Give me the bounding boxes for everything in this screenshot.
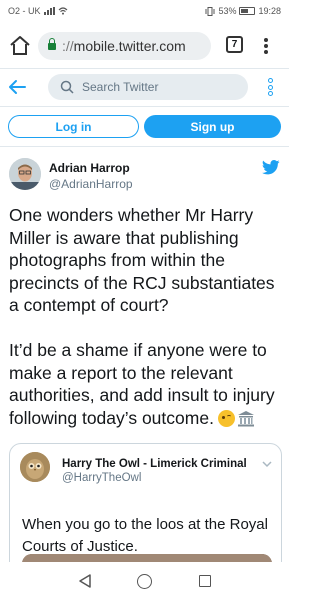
toolbar-divider (0, 68, 289, 69)
wifi-icon (58, 7, 67, 15)
author-handle[interactable]: @AdrianHarrop (49, 177, 133, 191)
tweet-paragraph-1: One wonders whether Mr Harry Miller is a… (9, 205, 275, 315)
quoted-author-handle: @HarryTheOwl (62, 472, 142, 484)
author-name[interactable]: Adrian Harrop (49, 161, 130, 175)
tweet-text: One wonders whether Mr Harry Miller is a… (9, 204, 284, 429)
browser-menu-icon[interactable] (262, 36, 270, 56)
search-icon (60, 80, 74, 94)
auth-divider (0, 146, 289, 147)
home-icon[interactable] (8, 34, 32, 58)
twitter-header: Search Twitter (0, 70, 289, 104)
clock: 19:28 (258, 6, 281, 16)
login-button[interactable]: Log in (8, 115, 139, 138)
signup-button[interactable]: Sign up (144, 115, 281, 138)
more-options-icon[interactable] (267, 78, 273, 96)
battery-percent: 53% (218, 6, 237, 16)
url-host: mobile.twitter.com (73, 38, 186, 54)
classical-building-icon (237, 410, 254, 426)
signal-icon (43, 7, 55, 15)
quoted-avatar (20, 452, 50, 482)
nav-back-icon[interactable] (78, 574, 92, 588)
search-placeholder: Search Twitter (82, 80, 159, 94)
quoted-tweet-text: When you go to the loos at the Royal Cou… (22, 516, 268, 555)
nav-home-icon[interactable] (137, 574, 152, 589)
address-bar[interactable]: :// mobile.twitter.com (38, 32, 211, 60)
battery-icon (239, 7, 256, 15)
tab-switcher-button[interactable]: 7 (226, 36, 243, 53)
status-bar: O2 - UK 53% 19:28 (0, 0, 289, 24)
back-arrow-icon[interactable] (8, 79, 26, 95)
system-nav-bar (0, 562, 289, 600)
chevron-down-icon[interactable] (262, 460, 272, 468)
winking-face-icon (217, 409, 235, 427)
lock-icon (48, 37, 56, 51)
tweet-paragraph-2: It’d be a shame if anyone were to make a… (9, 340, 275, 428)
header-divider (0, 106, 289, 107)
twitter-logo-icon (262, 160, 280, 175)
nav-recents-icon[interactable] (199, 575, 211, 587)
search-input[interactable]: Search Twitter (48, 74, 248, 100)
vibrate-icon (205, 6, 215, 16)
carrier-label: O2 - UK (8, 6, 41, 16)
quoted-author-name: Harry The Owl - Limerick Criminal (62, 458, 247, 470)
avatar[interactable] (9, 158, 41, 190)
url-scheme: :// (62, 38, 74, 54)
tweet-paragraph-2-wrap: It’d be a shame if anyone were to make a… (9, 339, 284, 429)
browser-toolbar: :// mobile.twitter.com 7 (0, 24, 289, 68)
